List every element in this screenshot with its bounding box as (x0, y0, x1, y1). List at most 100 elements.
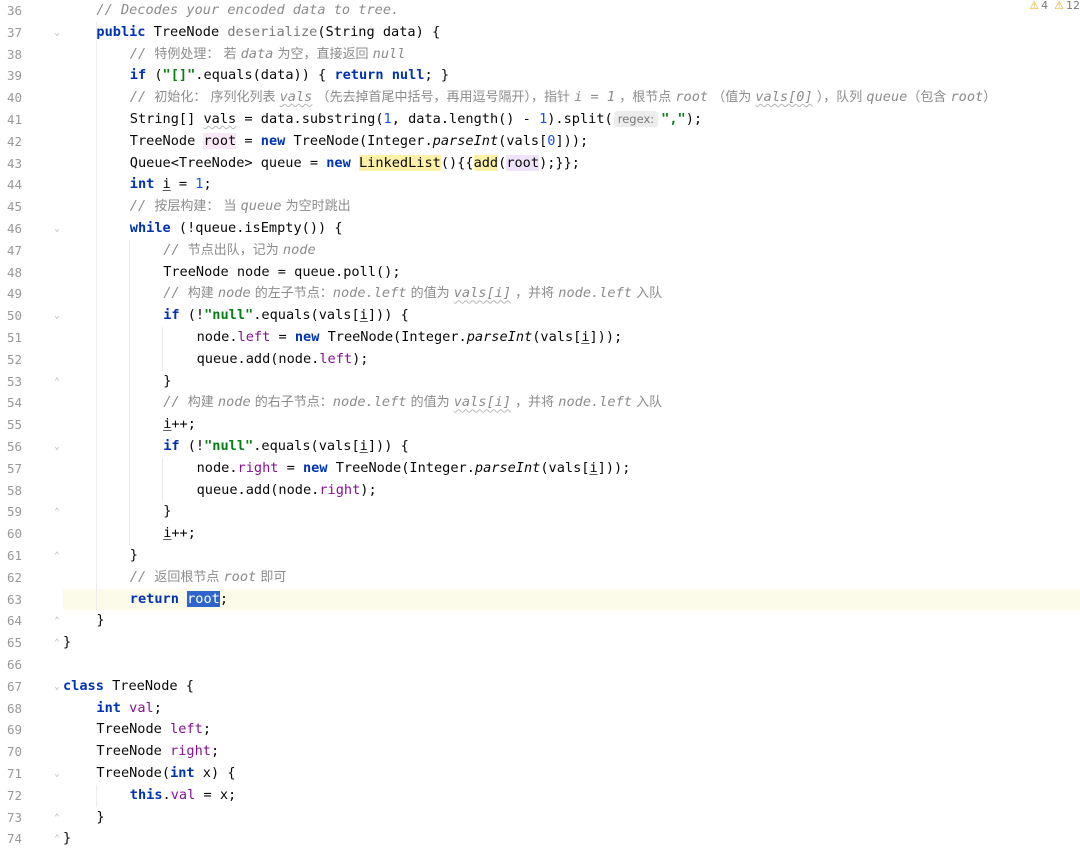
fold-collapse-icon[interactable]: ⌄ (52, 682, 62, 692)
code-token: 构建 (187, 286, 218, 302)
line-number: 37 (6, 24, 22, 40)
code-token: return null (334, 67, 425, 84)
code-line[interactable]: } (63, 807, 1080, 829)
code-token: public (96, 23, 146, 40)
code-line[interactable]: // 返回根节点 root 即可 (63, 567, 1080, 589)
code-line[interactable]: node.left = new TreeNode(Integer.parseIn… (63, 327, 1080, 349)
code-token: (! (179, 307, 205, 324)
code-line[interactable]: TreeNode node = queue.poll(); (63, 262, 1080, 284)
code-line[interactable]: } (63, 610, 1080, 632)
line-number: 59 (6, 504, 22, 520)
code-token: // (129, 89, 155, 106)
code-token: vals[0] (755, 89, 813, 106)
warning-count: 12 (1066, 0, 1080, 12)
line-number: 55 (6, 417, 22, 433)
line-number: 45 (6, 199, 22, 215)
code-line[interactable]: public TreeNode deserialize(String data)… (63, 22, 1080, 44)
code-line[interactable]: // 构建 node 的左子节点：node.left 的值为 vals[i] ，… (63, 283, 1080, 305)
code-line[interactable]: // 特例处理： 若 data 为空，直接返回 null (63, 44, 1080, 66)
code-token: 的右子节点： (250, 395, 333, 411)
code-line[interactable]: Queue<TreeNode> queue = new LinkedList()… (63, 153, 1080, 175)
warning-counter[interactable]: ⚠ 4 (1029, 0, 1048, 12)
code-token: （值为 (708, 90, 756, 106)
fold-end-icon[interactable]: ⌃ (52, 638, 62, 648)
fold-end-icon[interactable]: ⌃ (52, 507, 62, 517)
code-line[interactable]: // 节点出队，记为 node (63, 240, 1080, 262)
code-token: queue (240, 198, 282, 215)
code-line[interactable]: class TreeNode { (63, 676, 1080, 698)
warning-counter[interactable]: ⚠ 12 (1054, 0, 1080, 12)
code-token: .equals(vals[ (253, 307, 360, 324)
code-token: .equals(data)) { (195, 67, 335, 84)
code-token: ，并将 (511, 286, 559, 302)
code-token: new (303, 459, 328, 476)
fold-end-icon[interactable]: ⌃ (52, 616, 62, 626)
code-token: ） (983, 90, 997, 106)
code-line[interactable]: } (63, 371, 1080, 393)
fold-end-icon[interactable]: ⌃ (52, 551, 62, 561)
code-token: 入队 (631, 286, 663, 302)
indent-guide (129, 239, 130, 545)
code-line[interactable]: // 按层构建： 当 queue 为空时跳出 (63, 196, 1080, 218)
code-line[interactable]: int i = 1; (63, 174, 1080, 196)
fold-collapse-icon[interactable]: ⌄ (52, 769, 62, 779)
code-line[interactable]: queue.add(node.left); (63, 349, 1080, 371)
code-line[interactable]: if (!"null".equals(vals[i])) { (63, 436, 1080, 458)
line-number: 64 (6, 613, 22, 629)
code-line[interactable]: TreeNode(int x) { (63, 763, 1080, 785)
code-line[interactable]: TreeNode right; (63, 741, 1080, 763)
code-line[interactable]: // 构建 node 的右子节点：node.left 的值为 vals[i] ，… (63, 392, 1080, 414)
code-token: } (96, 612, 105, 629)
code-line[interactable]: // 初始化： 序列化列表 vals （先去掉首尾中括号，再用逗号隔开），指针 … (63, 87, 1080, 109)
code-line[interactable]: node.right = new TreeNode(Integer.parseI… (63, 458, 1080, 480)
code-line[interactable]: } (63, 632, 1080, 654)
code-line[interactable]: if ("[]".equals(data)) { return null; } (63, 65, 1080, 87)
code-token: ），队列 (812, 90, 867, 106)
code-token: root (223, 568, 257, 585)
fold-collapse-icon[interactable]: ⌄ (52, 28, 62, 38)
code-token: ])); (555, 132, 589, 149)
code-token: ; (153, 699, 162, 716)
code-line[interactable]: this.val = x; (63, 785, 1080, 807)
code-line[interactable]: int val; (63, 698, 1080, 720)
code-line[interactable]: // Decodes your encoded data to tree. (63, 0, 1080, 22)
code-line[interactable]: while (!queue.isEmpty()) { (63, 218, 1080, 240)
code-token: add (473, 154, 499, 171)
line-number: 43 (6, 155, 22, 171)
code-token: (! (179, 438, 205, 454)
fold-collapse-icon[interactable]: ⌄ (52, 224, 62, 234)
line-number: 63 (6, 591, 22, 607)
code-token: 为空时跳出 (281, 199, 351, 215)
code-token: TreeNode node = queue.poll(); (163, 263, 401, 280)
code-line[interactable]: i++; (63, 414, 1080, 436)
code-line[interactable]: TreeNode root = new TreeNode(Integer.par… (63, 131, 1080, 153)
code-token: TreeNode(Integer. (285, 132, 433, 149)
code-line[interactable] (63, 654, 1080, 676)
fold-end-icon[interactable]: ⌃ (52, 377, 62, 387)
code-token: i = 1 (574, 89, 616, 106)
code-line[interactable]: } (63, 545, 1080, 567)
line-number: 52 (6, 351, 22, 367)
code-line[interactable]: if (!"null".equals(vals[i])) { (63, 305, 1080, 327)
code-line[interactable]: String[] vals = data.substring(1, data.l… (63, 109, 1080, 131)
code-token: node (217, 394, 251, 411)
fold-end-icon[interactable]: ⌃ (52, 813, 62, 823)
code-token: i (589, 459, 598, 476)
code-line[interactable]: i++; (63, 523, 1080, 545)
fold-collapse-icon[interactable]: ⌄ (52, 442, 62, 452)
inspection-widget[interactable]: ⚠ 4 ⚠ 12 (1029, 0, 1080, 14)
code-token: ; (203, 176, 212, 193)
code-line[interactable]: TreeNode left; (63, 719, 1080, 741)
code-token: // (129, 198, 155, 215)
code-line[interactable]: } (63, 828, 1080, 850)
code-line[interactable]: queue.add(node.right); (63, 480, 1080, 502)
code-line[interactable]: } (63, 501, 1080, 523)
fold-end-icon[interactable]: ⌃ (52, 834, 62, 844)
code-editor[interactable]: // Decodes your encoded data to tree. pub… (0, 0, 1080, 855)
fold-collapse-icon[interactable]: ⌄ (52, 311, 62, 321)
code-line[interactable]: return root; (0, 588, 1080, 611)
code-token: // (129, 45, 155, 62)
code-token: } (63, 830, 72, 847)
code-token: ( (146, 67, 163, 84)
warning-count: 4 (1041, 0, 1049, 12)
